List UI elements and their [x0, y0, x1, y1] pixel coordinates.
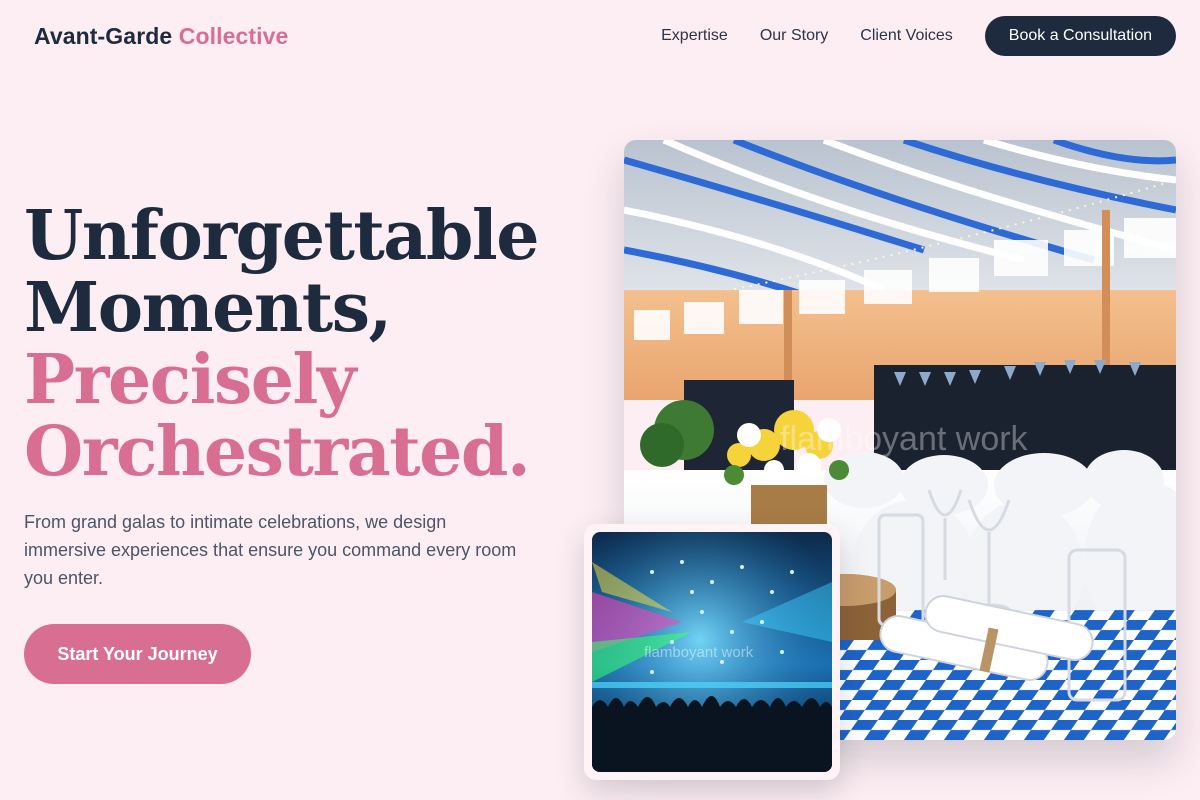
nav-link-our-story[interactable]: Our Story [760, 27, 828, 45]
concert-image-card: flamboyant work [584, 524, 840, 780]
nav-link-expertise[interactable]: Expertise [661, 27, 728, 45]
start-journey-button[interactable]: Start Your Journey [24, 624, 251, 684]
nav-link-client-voices[interactable]: Client Voices [860, 27, 953, 45]
image-watermark: flamboyant work [644, 644, 754, 661]
image-watermark: flamboyant work [780, 420, 1028, 458]
hero-title-line: Moments, [24, 268, 392, 348]
brand-name-accent: Collective [178, 22, 289, 49]
brand-logo[interactable]: Avant-Garde Collective [34, 23, 288, 50]
hero-title-accent-line: Precisely [24, 340, 356, 420]
hero-description: From grand galas to intimate celebration… [24, 512, 517, 588]
brand-name: Avant-Garde [34, 22, 173, 49]
book-consultation-button[interactable]: Book a Consultation [984, 16, 1176, 56]
landing-page: Avant-Garde Collective Expertise Our Sto… [0, 0, 1200, 800]
concert-image: flamboyant work [592, 532, 832, 772]
hero-title: Unforgettable Moments, Precisely Orchest… [24, 200, 584, 488]
main-nav: Expertise Our Story Client Voices Book a… [661, 16, 1176, 56]
site-header: Avant-Garde Collective Expertise Our Sto… [0, 0, 1200, 72]
hero-title-line: Unforgettable [24, 196, 540, 276]
hero-title-accent-line: Orchestrated. [24, 412, 531, 492]
